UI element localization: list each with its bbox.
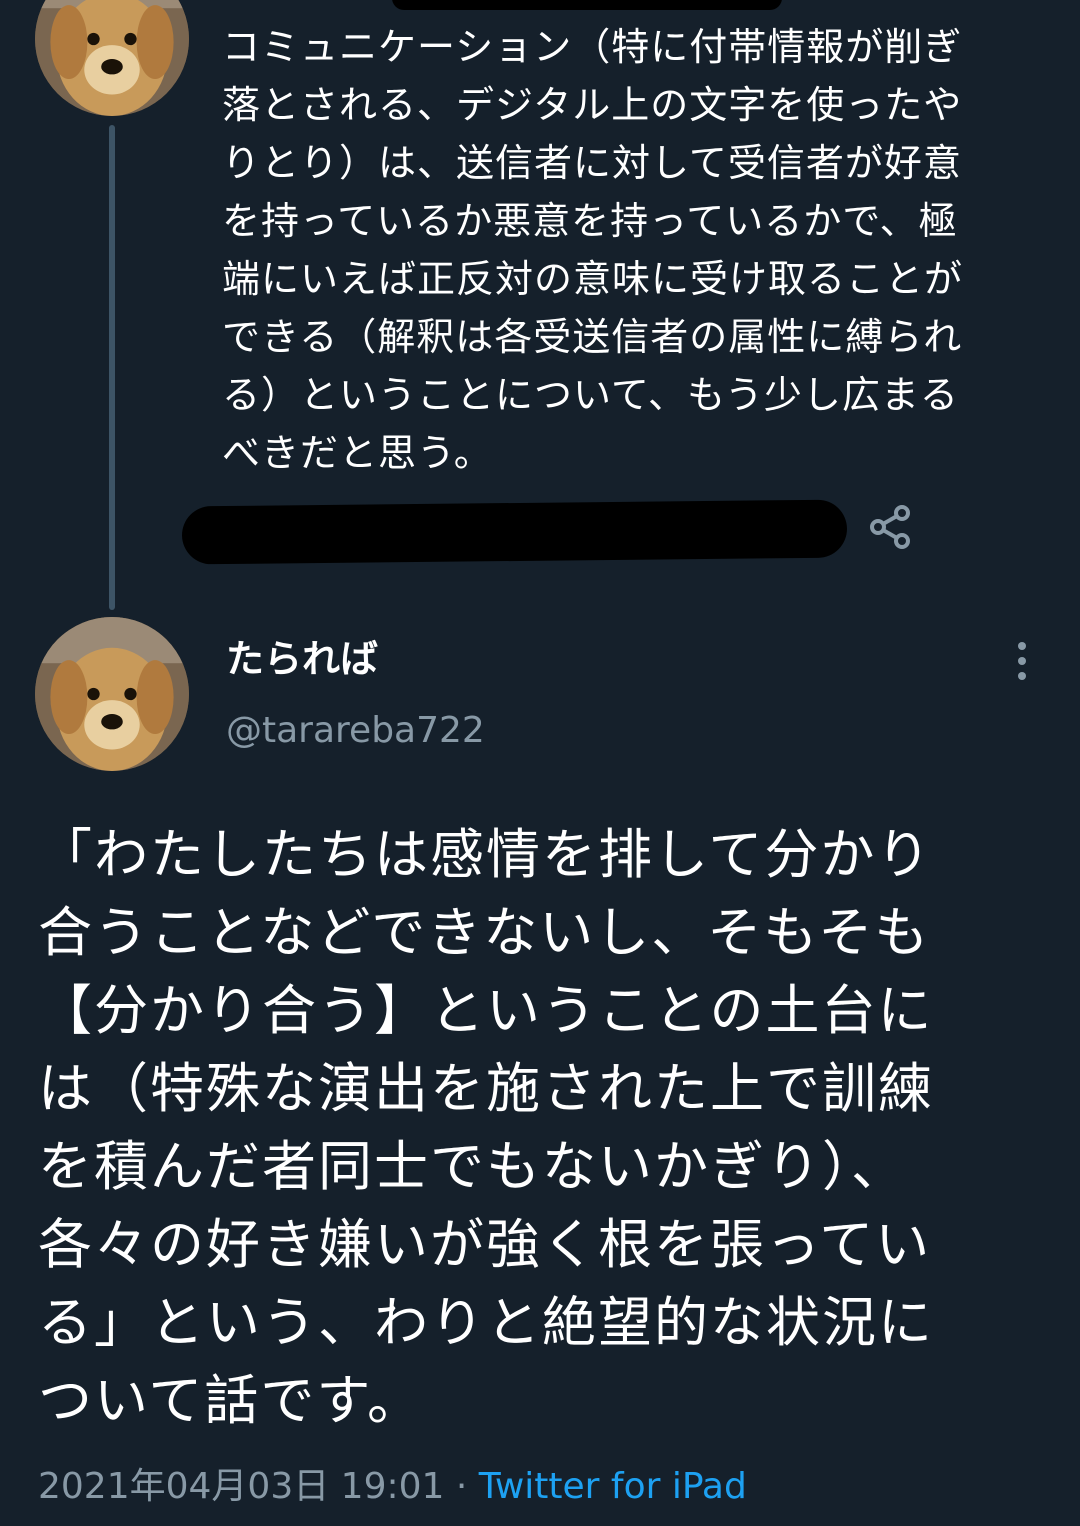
- previous-tweet-text: コミュニケーション（特に付帯情報が削ぎ 落とされる、デジタル上の文字を使ったや …: [222, 25, 964, 475]
- avatar[interactable]: [35, 617, 189, 771]
- dog-avatar-image: [35, 0, 189, 116]
- thread-connector-line: [109, 125, 115, 610]
- display-name[interactable]: たられば: [226, 632, 378, 686]
- source-link[interactable]: Twitter for iPad: [479, 1466, 747, 1507]
- share-icon[interactable]: [866, 503, 914, 551]
- timestamp[interactable]: 2021年04月03日 19:01: [38, 1466, 444, 1507]
- dog-avatar-image: [35, 617, 189, 771]
- meta-separator: ·: [455, 1466, 468, 1507]
- more-vertical-icon[interactable]: [1004, 642, 1040, 686]
- tweet-meta: 2021年04月03日 19:01 · Twitter for iPad: [38, 1462, 747, 1512]
- redaction-mark: [181, 499, 848, 565]
- redaction-mark-top: [392, 0, 782, 10]
- avatar-previous[interactable]: [35, 0, 189, 116]
- previous-tweet-header-clipped: [222, 0, 922, 12]
- user-handle[interactable]: @tarareba722: [226, 706, 485, 756]
- tweet-text: 「わたしたちは感情を排して分かり 合うことなどできないし、そもそも 【分かり合う…: [38, 823, 934, 1432]
